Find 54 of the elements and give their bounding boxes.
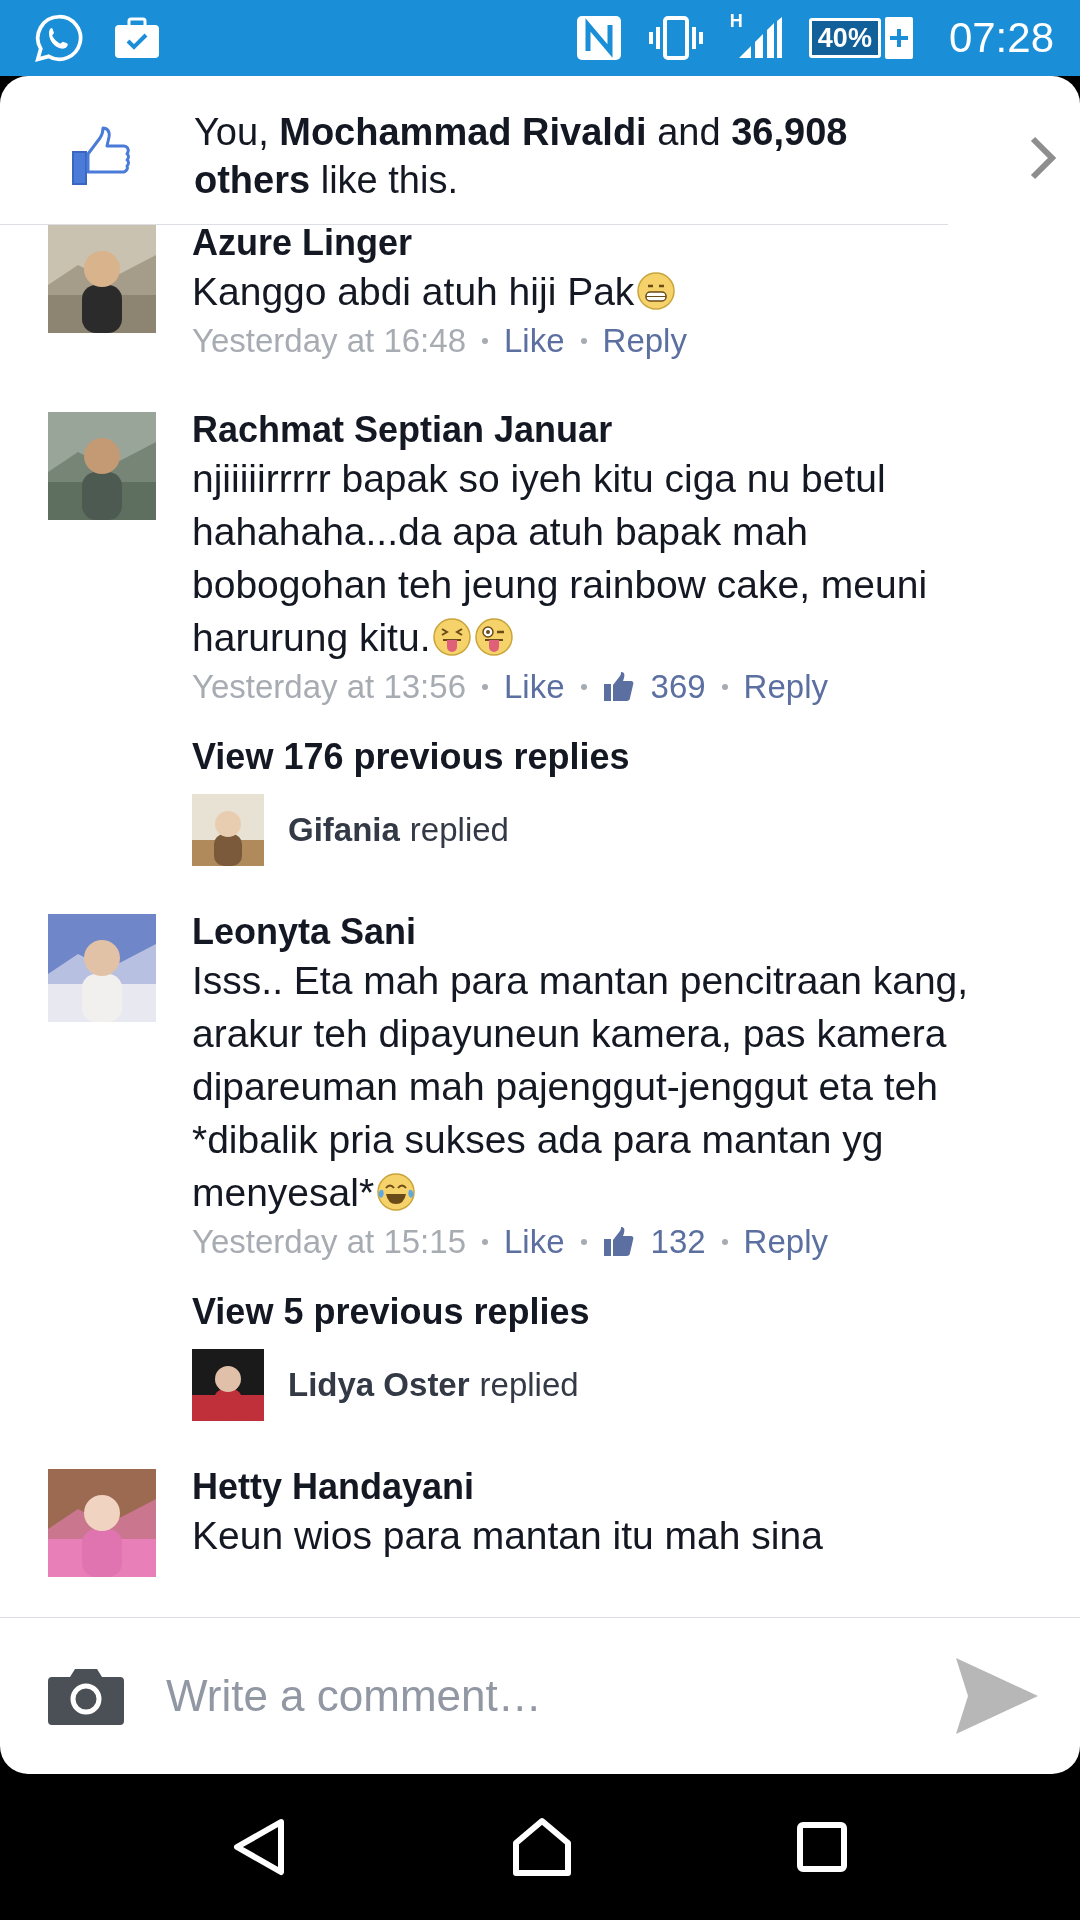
thumbs-up-icon [602, 1227, 635, 1257]
dot-separator-icon [580, 338, 587, 344]
dot-separator-icon [721, 1239, 728, 1245]
camera-icon[interactable] [48, 1667, 124, 1725]
likes-summary: You, Mochammad Rivaldi and 36,908 others like this. [194, 110, 849, 203]
comment-author[interactable]: Hetty Handayani [192, 1465, 1010, 1509]
recent-apps-icon[interactable] [797, 1822, 848, 1872]
comment-time: Yesterday at 13:56 [192, 667, 466, 707]
comment-author[interactable]: Leonyta Sani [192, 910, 1010, 954]
comment-time: Yesterday at 16:48 [192, 321, 466, 361]
back-icon[interactable] [232, 1818, 287, 1876]
clock-time: 07:28 [948, 14, 1054, 62]
briefcase-check-icon [114, 17, 160, 59]
reply-link[interactable]: Reply [743, 664, 828, 710]
dot-separator-icon [721, 684, 728, 690]
thumbs-up-icon [602, 672, 635, 702]
charging-icon [884, 17, 913, 59]
reply-author[interactable]: Gifania [288, 811, 400, 849]
dot-separator-icon [482, 684, 488, 690]
like-count: 132 [650, 1222, 706, 1262]
like-link[interactable]: Like [504, 1219, 565, 1265]
comment-input[interactable]: Write a comment… [164, 1670, 914, 1722]
comment-text: Kanggo abdi atuh hiji Pak [192, 265, 1010, 318]
vibrate-icon [647, 15, 704, 61]
dot-separator-icon [580, 1239, 587, 1245]
comment-author[interactable]: Rachmat Septian Januar [192, 408, 1010, 452]
home-icon[interactable] [512, 1817, 572, 1877]
view-replies-link[interactable]: View 176 previous replies [192, 736, 1010, 778]
tears-of-joy-emoji-icon [376, 1172, 417, 1212]
battery-icon: 40% [808, 18, 881, 58]
chevron-right-icon [1028, 134, 1058, 182]
comment-text: njiiiiirrrrr bapak so iyeh kitu ciga nu betul hahahaha...da apa atuh bapak mah bobogohan teh jeung rainbow cake, meuni harurung kitu. [192, 456, 929, 661]
like-count: 369 [650, 667, 706, 707]
view-replies-link[interactable]: View 5 previous replies [192, 1291, 1010, 1333]
tongue-emoji-icon [432, 617, 473, 657]
comment-text: Isss.. Eta mah para mantan pencitraan kang, arakur teh dipayuneun kamera, pas kamera dipareuman mah pajenggut-jenggut eta teh *dibalik pria sukses ada para mantan yg menyesal* [192, 958, 970, 1216]
dot-separator-icon [482, 1239, 488, 1245]
comment-author[interactable]: Azure Linger [192, 225, 1010, 265]
comment-time: Yesterday at 15:15 [192, 1222, 466, 1262]
reply-author[interactable]: Lidya Oster [288, 1366, 470, 1404]
reply-action: replied [409, 811, 509, 849]
network-type: H [729, 11, 743, 32]
likes-summary-row[interactable]: You, Mochammad Rivaldi and 36,908 others like this. [0, 76, 948, 225]
nfc-icon [575, 15, 622, 61]
wink-tongue-emoji-icon [474, 617, 515, 657]
like-link[interactable]: Like [504, 318, 565, 364]
reply-link[interactable]: Reply [743, 1219, 828, 1265]
grin-emoji-icon [636, 271, 677, 311]
dot-separator-icon [482, 338, 488, 344]
reply-link[interactable]: Reply [602, 318, 687, 364]
dot-separator-icon [580, 684, 587, 690]
reply-action: replied [479, 1366, 579, 1404]
comment-text: Keun wios para mantan itu mah sina [192, 1513, 824, 1559]
like-link[interactable]: Like [504, 664, 565, 710]
